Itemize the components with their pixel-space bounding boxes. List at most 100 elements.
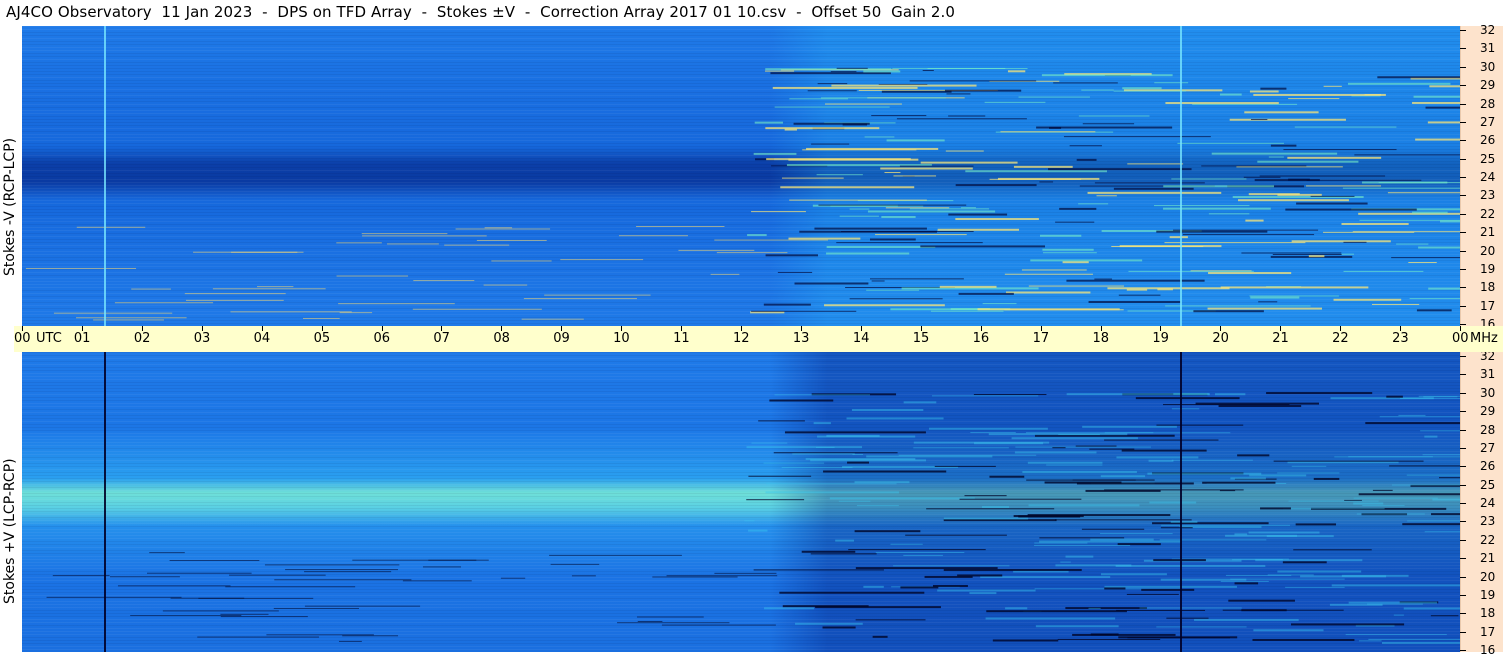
spectro-streak: [1147, 472, 1262, 475]
spectro-streak: [793, 122, 870, 125]
spectro-streak: [1165, 305, 1311, 307]
spectro-streak: [913, 447, 1009, 449]
spectro-streak: [1015, 446, 1152, 448]
spectro-streak: [1113, 90, 1187, 92]
spectro-band: [22, 643, 1460, 644]
spectro-streak: [920, 161, 1018, 164]
spectro-streak: [1379, 416, 1460, 418]
spectro-band: [22, 224, 1460, 225]
spectro-streak: [1104, 432, 1231, 434]
spectro-band: [22, 170, 1460, 171]
spectro-streak: [1075, 445, 1117, 447]
spectro-streak: [784, 431, 926, 434]
spectro-streak: [1407, 520, 1460, 522]
spectro-streak: [871, 115, 927, 117]
spectro-band: [22, 589, 1460, 590]
spectro-streak: [422, 566, 461, 568]
spectro-streak: [932, 395, 1039, 397]
spectro-streak: [229, 574, 326, 576]
spectro-streak: [955, 184, 1037, 187]
freq-tick-label: 17: [1480, 625, 1496, 639]
freq-tick: [1460, 30, 1466, 31]
spectro-streak: [869, 278, 964, 280]
spectro-streak: [1285, 586, 1345, 588]
spectro-streak: [864, 136, 895, 138]
spectro-streak: [1165, 102, 1279, 105]
spectro-streak: [1306, 185, 1382, 187]
spectro-band: [22, 320, 1460, 321]
spectro-streak: [1088, 607, 1101, 609]
spectro-streak: [1065, 555, 1094, 558]
spectro-band: [22, 505, 1460, 506]
spectro-streak: [413, 280, 475, 282]
spectro-streak: [387, 243, 439, 245]
spectro-streak: [753, 152, 797, 155]
spectro-streak: [1042, 248, 1094, 251]
spectro-streak: [1343, 270, 1424, 272]
spectro-band: [22, 59, 1460, 60]
spectro-band: [22, 595, 1460, 596]
spectro-streak: [1237, 199, 1349, 202]
spectro-streak: [751, 211, 806, 213]
spectro-streak: [826, 252, 910, 255]
spectro-streak: [1087, 191, 1222, 194]
spectro-streak: [549, 554, 682, 556]
spectro-streak: [1013, 515, 1084, 518]
spectro-streak: [1431, 513, 1460, 516]
spectro-streak: [1408, 262, 1437, 264]
spectro-streak: [1291, 240, 1391, 243]
time-tick-label: 14: [852, 331, 870, 346]
spectro-streak: [1277, 570, 1362, 573]
spectro-streak: [652, 576, 738, 578]
spectro-band: [22, 355, 1460, 356]
spectro-streak: [973, 394, 1047, 396]
time-tick-label: 20: [1212, 331, 1229, 346]
spectro-streak: [1163, 207, 1271, 210]
spectro-streak: [1069, 145, 1102, 147]
spectro-streak: [801, 550, 856, 553]
spectro-band: [22, 445, 1460, 446]
ylabel-top: Stokes -V (RCP-LCP): [2, 137, 18, 276]
spectro-streak: [1367, 603, 1423, 605]
freq-tick-label: 26: [1480, 133, 1496, 147]
spectro-streak: [905, 534, 1007, 536]
time-tick-label: 00: [1452, 331, 1469, 346]
spectro-band: [22, 161, 1460, 162]
spectro-band: [22, 607, 1460, 608]
spectro-band: [22, 520, 1460, 521]
spectro-band: [22, 529, 1460, 530]
spectro-streak: [1283, 149, 1397, 151]
spectro-streak: [869, 238, 916, 241]
spectro-band: [22, 592, 1460, 593]
spectro-band: [22, 631, 1460, 632]
spectro-streak: [818, 204, 967, 206]
spectro-streak: [747, 234, 767, 237]
spectro-streak: [1030, 259, 1143, 262]
spectro-band: [22, 263, 1460, 264]
spectro-streak: [1306, 179, 1422, 181]
spectro-streak: [1163, 185, 1275, 188]
spectro-band: [22, 116, 1460, 117]
spectro-streak: [1409, 298, 1460, 300]
spectro-band: [22, 382, 1460, 383]
spectro-band: [22, 245, 1460, 246]
spectro-streak: [1430, 615, 1459, 617]
spectro-streak: [550, 563, 600, 565]
spectro-streak: [1260, 87, 1287, 90]
spectro-streak: [1241, 252, 1342, 254]
spectro-streak: [361, 233, 448, 235]
time-tick-label: 06: [373, 331, 391, 346]
spectro-streak: [946, 93, 971, 95]
spectro-streak: [886, 139, 945, 142]
spectro-streak: [76, 317, 187, 319]
spectro-streak: [1046, 464, 1103, 466]
spectro-band: [22, 493, 1460, 494]
spectro-streak: [220, 616, 308, 618]
spectro-band: [22, 107, 1460, 108]
spectro-band: [22, 128, 1460, 129]
spectro-streak: [560, 259, 644, 261]
time-tick-label: 11: [673, 331, 690, 346]
freq-tick-label: 29: [1480, 404, 1496, 418]
spectro-streak: [1249, 295, 1339, 297]
spectro-streak: [789, 199, 927, 201]
